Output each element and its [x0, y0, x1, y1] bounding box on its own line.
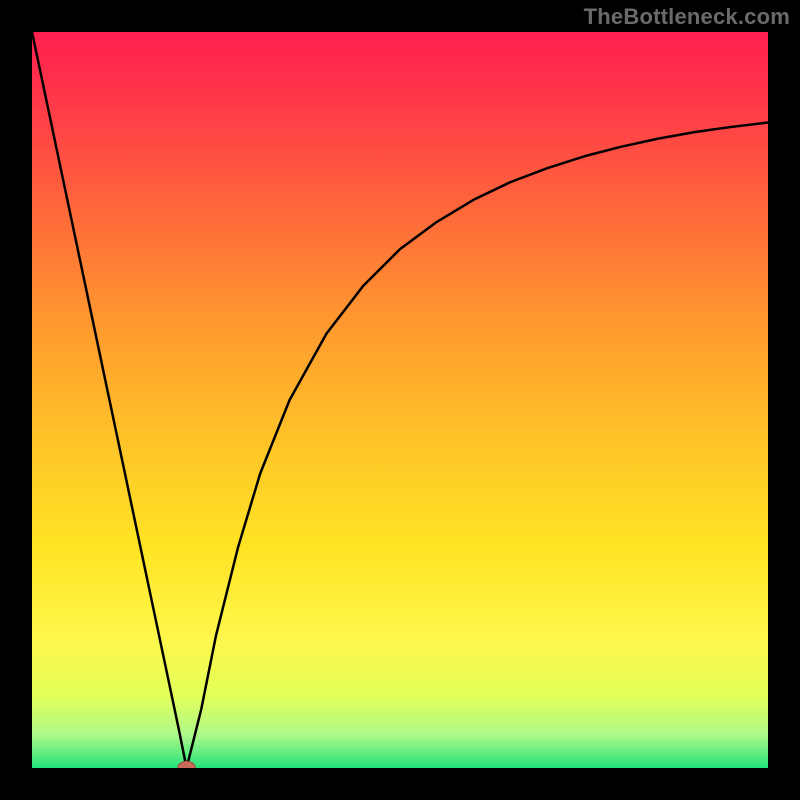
plot-area [32, 32, 768, 768]
curve-left-branch [32, 32, 187, 768]
minimum-marker [178, 761, 196, 768]
chart-stage: TheBottleneck.com [0, 0, 800, 800]
curve-layer [32, 32, 768, 768]
curve-right-branch [187, 123, 768, 768]
watermark-label: TheBottleneck.com [584, 4, 790, 30]
